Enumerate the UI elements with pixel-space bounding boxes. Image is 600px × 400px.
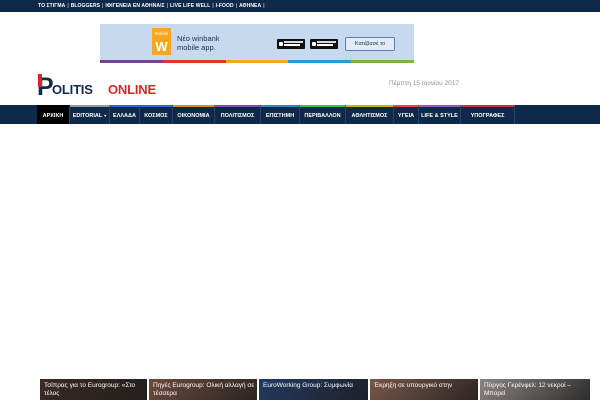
nav-item-home[interactable]: ΑΡΧΙΚΗ <box>37 105 70 124</box>
news-card-title[interactable]: Έκρηξη σε υπουργικό στην <box>374 382 476 390</box>
nav-item-label: ΠΟΛΙΤΙΣΜΟΣ <box>220 112 255 119</box>
nav-item-science[interactable]: ΕΠΙΣΤΗΜΗ <box>261 105 300 124</box>
nav-item-signatures[interactable]: ΥΠΟΓΡΑΦΕΣ <box>461 105 515 124</box>
badge-text-line <box>317 41 336 43</box>
nav-item-label: ΥΓΕΙΑ <box>397 112 415 119</box>
ad-download-button[interactable]: Κατέβασέ το <box>345 37 395 51</box>
page: ΤΟ ΣΤΙΓΜΑ | BLOGGERS | ΙΦΙΓΕΝΕΙΑ ΕΝ ΑΘΗΝ… <box>0 0 600 400</box>
nav-item-label: ΑΡΧΙΚΗ <box>42 112 64 119</box>
top-link-separator: | <box>67 3 69 9</box>
app-store-badge-icon[interactable] <box>277 39 305 49</box>
apple-icon <box>279 42 283 46</box>
news-card-title[interactable]: EuroWorking Group: Συμφωνία <box>263 382 366 390</box>
ad-stripe-segment <box>288 60 352 63</box>
news-card[interactable]: Τσίπρας για το Eurogroup: «Στο τέλος <box>40 379 147 400</box>
current-date: Πέμπτη 15 Ιουνίου 2017 <box>389 80 459 87</box>
nav-item-label: ΑΘΛΗΤΙΣΜΟΣ <box>351 112 388 119</box>
badge-text-line <box>284 41 303 43</box>
ad-color-stripe <box>100 60 414 63</box>
badge-text-line <box>284 44 300 46</box>
nav-item-greece[interactable]: ΕΛΛΑΔΑ <box>110 105 140 124</box>
top-link-athinea[interactable]: ΑΘΗΝΕΑ <box>239 3 261 9</box>
nav-item-editorial[interactable]: EDITORIAL ▾ <box>70 105 110 124</box>
nav-item-world[interactable]: ΚΟΣΜΟΣ <box>140 105 173 124</box>
ad-logo-label: mobile <box>154 31 169 36</box>
main-nav: ΑΡΧΙΚΗ EDITORIAL ▾ ΕΛΛΑΔΑ ΚΟΣΜΟΣ ΟΙΚΟΝΟΜΙΑ ΠΟΛ… <box>0 105 600 124</box>
top-links: ΤΟ ΣΤΙΓΜΑ | BLOGGERS | ΙΦΙΓΕΝΕΙΑ ΕΝ ΑΘΗΝ… <box>38 0 267 12</box>
nav-item-environment[interactable]: ΠΕΡΙΒΑΛΛΟΝ <box>300 105 346 124</box>
nav-item-life-style[interactable]: LIFE & STYLE <box>419 105 461 124</box>
nav-item-economy[interactable]: ΟΙΚΟΝΟΜΙΑ <box>173 105 215 124</box>
ad-stripe-segment <box>351 60 414 63</box>
top-link-ifigeneia[interactable]: ΙΦΙΓΕΝΕΙΑ ΕΝ ΑΘΗΝΑΙΣ <box>105 3 164 9</box>
nav-item-label: EDITORIAL <box>72 112 103 119</box>
nav-item-label: ΥΠΟΓΡΑΦΕΣ <box>470 112 505 119</box>
logo-politis-text: OLITIS <box>52 82 93 97</box>
top-link-stigma[interactable]: ΤΟ ΣΤΙΓΜΑ <box>38 3 65 9</box>
nav-item-label: ΕΠΙΣΤΗΜΗ <box>265 112 295 119</box>
nav-item-label: ΟΙΚΟΝΟΜΙΑ <box>177 112 210 119</box>
top-link-separator: | <box>166 3 169 9</box>
top-link-separator: | <box>235 3 238 9</box>
badge-text-line <box>317 44 333 46</box>
ad-stripe-segment <box>225 60 289 63</box>
top-link-separator: | <box>212 3 214 9</box>
winbank-logo-icon: mobile W <box>152 28 171 55</box>
news-card[interactable]: EuroWorking Group: Συμφωνία <box>259 379 368 400</box>
main-nav-items: ΑΡΧΙΚΗ EDITORIAL ▾ ΕΛΛΑΔΑ ΚΟΣΜΟΣ ΟΙΚΟΝΟΜΙΑ ΠΟΛ… <box>37 105 515 124</box>
ad-headline-line1: Νέο winbank <box>177 34 220 43</box>
news-card-title[interactable]: Πύργος Γκρένφελ: 12 νεκροί – Μπορεί <box>484 382 588 398</box>
google-play-badge-icon[interactable] <box>310 39 338 49</box>
nav-item-label: ΠΕΡΙΒΑΛΛΟΝ <box>304 112 341 119</box>
logo-exclamation-mark <box>38 74 42 87</box>
news-card-title[interactable]: Πηγές Eurogroup: Ολική αλλαγή σε τέσσερα <box>153 382 255 398</box>
ad-banner[interactable]: mobile W Νέο winbank mobile app. Κατέβασ… <box>100 24 414 63</box>
nav-item-label: ΚΟΣΜΟΣ <box>144 112 168 119</box>
play-icon <box>312 42 316 46</box>
news-card-title[interactable]: Τσίπρας για το Eurogroup: «Στο τέλος <box>44 382 145 398</box>
nav-item-culture[interactable]: ΠΟΛΙΤΙΣΜΟΣ <box>215 105 261 124</box>
top-link-ifood[interactable]: I-FOOD <box>216 3 234 9</box>
nav-item-label: LIFE & STYLE <box>421 112 458 119</box>
top-link-live-life-well[interactable]: LIVE LIFE WELL <box>170 3 210 9</box>
news-card[interactable]: Πύργος Γκρένφελ: 12 νεκροί – Μπορεί <box>480 379 590 400</box>
chevron-down-icon: ▾ <box>104 113 107 118</box>
top-utility-bar: ΤΟ ΣΤΙΓΜΑ | BLOGGERS | ΙΦΙΓΕΝΕΙΑ ΕΝ ΑΘΗΝ… <box>0 0 600 12</box>
nav-item-health[interactable]: ΥΓΕΙΑ <box>394 105 419 124</box>
news-card[interactable]: Έκρηξη σε υπουργικό στην <box>370 379 478 400</box>
top-link-separator: | <box>102 3 104 9</box>
nav-item-sports[interactable]: ΑΘΛΗΤΙΣΜΟΣ <box>346 105 394 124</box>
ad-stripe-segment <box>162 60 226 63</box>
news-card[interactable]: Πηγές Eurogroup: Ολική αλλαγή σε τέσσερα <box>149 379 257 400</box>
ad-logo-mark: W <box>155 39 168 54</box>
logo-online-text: ONLINE <box>108 82 156 97</box>
top-link-bloggers[interactable]: BLOGGERS <box>71 3 100 9</box>
top-link-separator: | <box>263 3 265 9</box>
nav-item-label: ΕΛΛΑΔΑ <box>113 112 136 119</box>
ad-headline-line2: mobile app. <box>177 43 216 52</box>
ad-stripe-segment <box>100 60 163 63</box>
